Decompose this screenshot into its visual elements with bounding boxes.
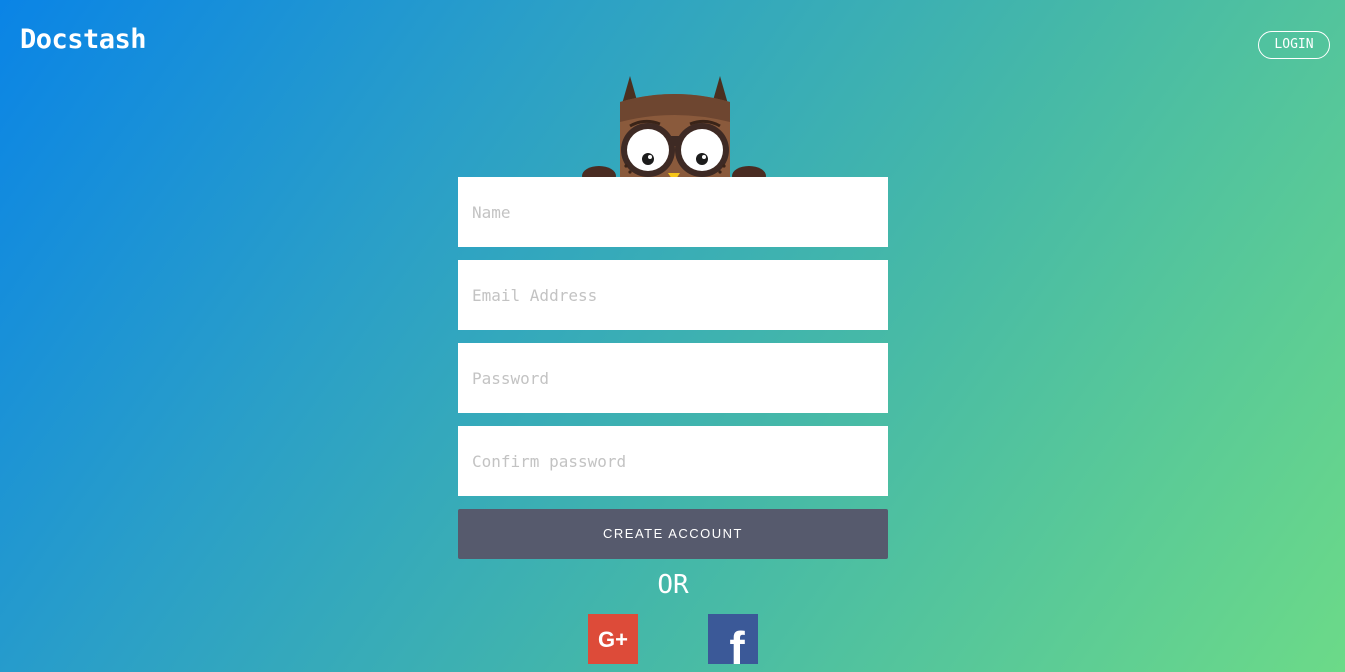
owl-icon: [578, 74, 770, 190]
password-input[interactable]: [458, 343, 888, 413]
google-plus-icon: G+: [598, 627, 628, 652]
facebook-icon: f: [729, 622, 745, 664]
login-button[interactable]: LOGIN: [1258, 31, 1330, 59]
email-input[interactable]: [458, 260, 888, 330]
confirm-password-input[interactable]: [458, 426, 888, 496]
create-account-button[interactable]: CREATE ACCOUNT: [458, 509, 888, 559]
facebook-label: f: [729, 622, 745, 664]
google-plus-label: G+: [598, 627, 628, 652]
or-divider: OR: [657, 570, 689, 600]
google-plus-button[interactable]: G+: [588, 614, 638, 664]
name-input[interactable]: [458, 177, 888, 247]
brand-logo[interactable]: Docstash: [20, 24, 147, 55]
facebook-button[interactable]: f: [708, 614, 758, 664]
